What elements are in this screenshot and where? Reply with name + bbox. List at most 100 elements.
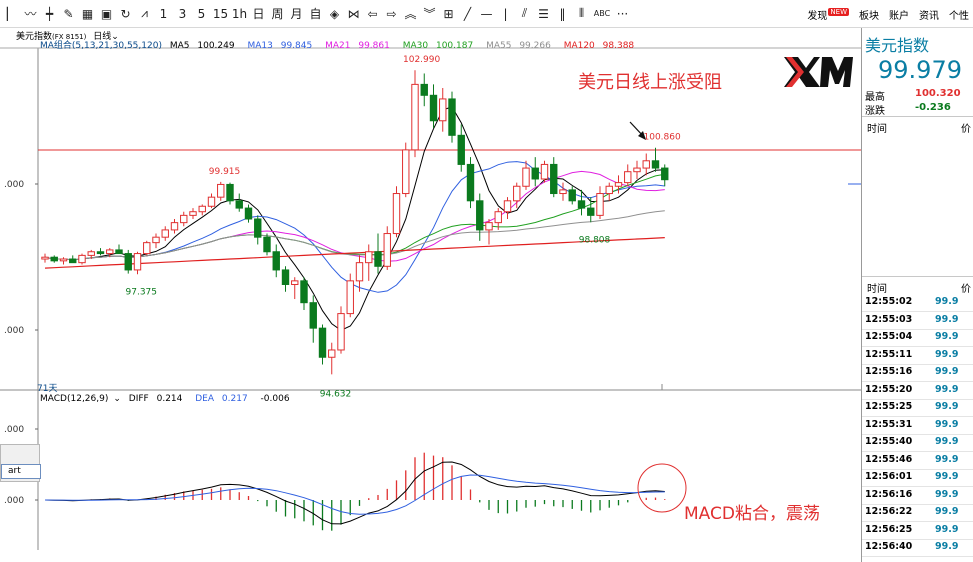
candle-up xyxy=(198,205,206,213)
tick-row: 12:56:01 99.9 xyxy=(865,471,973,482)
start-button[interactable]: art xyxy=(1,464,41,479)
candle-up xyxy=(596,193,604,216)
menu-personal[interactable]: 个性 xyxy=(949,7,969,22)
divider xyxy=(862,416,973,417)
tick-price: 99.9 xyxy=(935,348,959,360)
tick-row: 12:55:31 99.9 xyxy=(865,419,973,430)
candle-down xyxy=(420,83,428,96)
tick-price: 99.9 xyxy=(935,436,959,447)
ma5-label: MA5 100.249 xyxy=(169,41,235,51)
price-extreme-label: 97.375 xyxy=(126,287,158,297)
tick-row: 12:55:11 99.9 xyxy=(865,349,973,360)
high-row: 最高 100.320 xyxy=(865,88,961,103)
menu-sector[interactable]: 板块 xyxy=(859,7,879,22)
candle-up xyxy=(365,251,373,264)
change-row: 涨跌 -0.236 xyxy=(865,102,951,117)
tick-row: 12:56:40 99.9 xyxy=(865,541,973,552)
tick-row: 12:55:16 99.9 xyxy=(865,366,973,377)
divider xyxy=(862,468,973,470)
ma-legend: MA组合(5,13,21,30,55,120) MA5 100.249 MA13… xyxy=(40,38,644,51)
candle-up xyxy=(106,249,114,255)
divider xyxy=(862,398,973,400)
trades-header: 时间价 xyxy=(867,284,971,295)
candle-down xyxy=(531,167,539,180)
candle-down xyxy=(300,280,308,304)
tick-price: 99.9 xyxy=(935,523,959,535)
tick-row: 12:55:02 99.9 xyxy=(865,296,973,307)
dea-label: DEA 0.217 xyxy=(195,394,248,404)
divider xyxy=(862,556,973,557)
menu-news[interactable]: 资讯 xyxy=(919,7,939,22)
candle-down xyxy=(124,253,132,271)
tick-time: 12:55:16 xyxy=(865,366,913,377)
price-extreme-label: 102.990 xyxy=(403,55,440,65)
ma120-label: MA120 98.388 xyxy=(563,41,635,51)
tick-price: 99.9 xyxy=(935,296,959,307)
macd-legend: MACD(12,26,9) ⌄ DIFF 0.214 DEA 0.217 -0.0… xyxy=(40,394,295,404)
tick-price: 99.9 xyxy=(935,366,959,377)
tick-row: 12:55:40 99.9 xyxy=(865,436,973,447)
ma-group-label[interactable]: MA组合(5,13,21,30,55,120) xyxy=(40,41,162,51)
ma30-label: MA30 100.187 xyxy=(402,41,474,51)
candle-up xyxy=(633,167,641,173)
candle-up xyxy=(170,222,179,231)
tick-time: 12:55:04 xyxy=(865,331,913,342)
tick-price: 99.9 xyxy=(935,488,959,500)
candle-up xyxy=(522,167,530,187)
days-label: 71天 xyxy=(37,384,58,394)
price-extreme-label: 99.915 xyxy=(209,167,241,177)
candle-up xyxy=(411,83,419,151)
tick-price: 99.9 xyxy=(935,453,959,465)
candle-down xyxy=(281,269,290,285)
candle-down xyxy=(96,251,105,255)
divider xyxy=(862,538,973,540)
candle-up xyxy=(383,233,391,267)
candle-up xyxy=(87,251,95,256)
candle-up xyxy=(337,313,345,351)
tick-row: 12:56:22 99.9 xyxy=(865,506,973,517)
candle-up xyxy=(503,200,512,213)
ma13-label: MA13 99.845 xyxy=(247,41,313,51)
candle-down xyxy=(374,251,382,267)
candle-up xyxy=(152,236,160,244)
divider xyxy=(862,363,973,365)
price-chart[interactable]: .000 .000 .000 .000 99.915 97.375 102.990 94.63… xyxy=(0,0,861,562)
quote-price: 99.979 xyxy=(878,56,962,84)
candle-up xyxy=(291,280,299,285)
candle-down xyxy=(254,218,262,238)
candle-up xyxy=(355,262,364,282)
overlay-panel: art xyxy=(0,444,41,482)
divider xyxy=(862,116,973,117)
candle-up xyxy=(614,182,623,187)
diff-line xyxy=(44,461,665,525)
candle-up xyxy=(41,256,49,260)
candle-down xyxy=(309,302,317,329)
chevron-down-icon[interactable]: ⌄ xyxy=(113,394,121,404)
tick-row: 12:55:25 99.9 xyxy=(865,401,973,412)
macd-annotation: MACD粘合，震荡 xyxy=(684,504,820,524)
candle-down xyxy=(272,251,280,271)
candle-up xyxy=(642,160,650,169)
candle-up xyxy=(78,254,86,264)
candle-up xyxy=(207,196,216,207)
divider xyxy=(862,433,973,435)
price-extreme-label: 100.860 xyxy=(644,133,681,143)
ma21-label: MA21 99.861 xyxy=(325,41,390,51)
tick-time: 12:56:25 xyxy=(865,523,913,535)
macd-highlight-circle xyxy=(637,463,687,513)
tick-row: 12:56:16 99.9 xyxy=(865,489,973,500)
tick-row: 12:55:03 99.9 xyxy=(865,314,973,325)
tick-row: 12:55:46 99.9 xyxy=(865,454,973,465)
candle-up xyxy=(513,185,521,202)
tick-price: 99.9 xyxy=(935,471,959,482)
candle-up xyxy=(346,280,354,315)
candle-down xyxy=(263,236,271,253)
candle-down xyxy=(244,207,253,220)
macd-label[interactable]: MACD(12,26,9) xyxy=(40,394,108,404)
menu-account[interactable]: 账户 xyxy=(889,7,909,22)
candle-down xyxy=(476,200,484,231)
tick-price: 99.9 xyxy=(935,383,959,395)
y-tick-label: .000 xyxy=(4,326,24,336)
y-tick-label: .000 xyxy=(4,496,24,506)
divider xyxy=(862,486,973,487)
